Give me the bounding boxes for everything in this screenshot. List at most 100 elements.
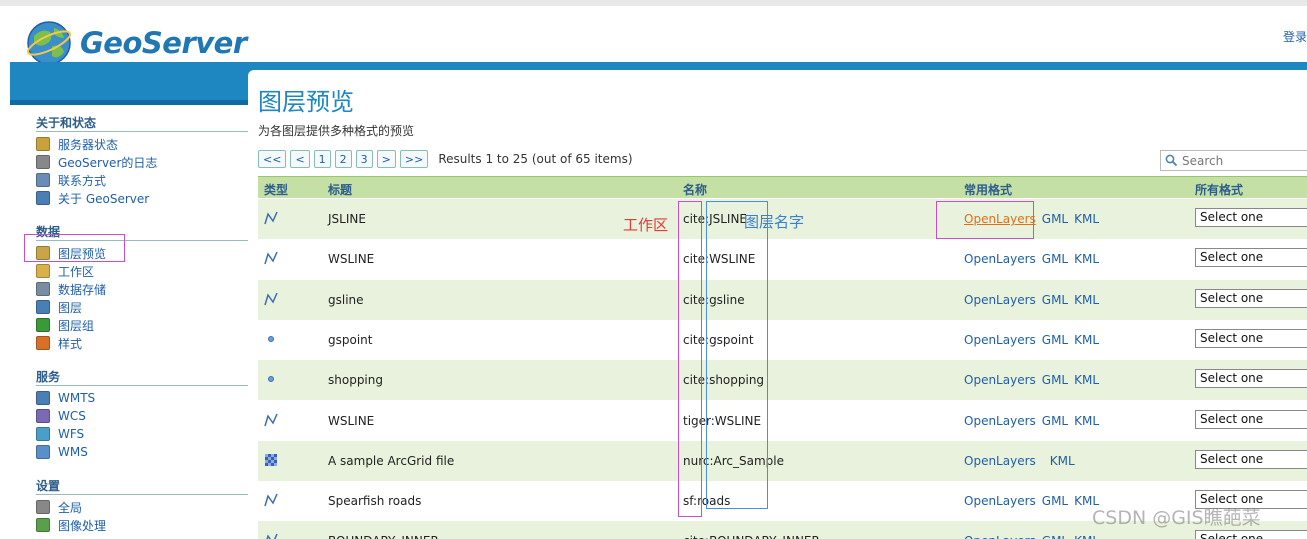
layer-title: gsline	[328, 292, 364, 307]
raster-layer-icon	[265, 453, 277, 466]
page-root: GeoServer 登录 关于和状态服务器状态 GeoServer的日志联系方式关…	[0, 0, 1307, 539]
all-formats-select[interactable]: Select one	[1195, 530, 1307, 539]
pager-prev-button[interactable]: <	[290, 150, 310, 168]
column-header-type[interactable]: 类型	[264, 181, 288, 198]
point-layer-icon	[268, 376, 274, 383]
sidebar-item-label: WCS	[58, 409, 86, 423]
all-formats-select[interactable]: Select one	[1195, 248, 1307, 268]
sidebar-item[interactable]: 样式	[36, 334, 82, 352]
format-link-kml[interactable]: KML	[1074, 534, 1099, 539]
pager-page-2[interactable]: 2	[334, 150, 352, 168]
annotation-box-layer-name	[706, 201, 768, 509]
annotation-box-layer-preview	[24, 234, 125, 262]
format-link-openlayers[interactable]: OpenLayers	[964, 454, 1036, 468]
pager-page-3[interactable]: 3	[355, 150, 373, 168]
all-formats-select[interactable]: Select one	[1195, 369, 1307, 389]
pager-next-button[interactable]: >	[376, 150, 396, 168]
pager-results-info: Results 1 to 25 (out of 65 items)	[438, 152, 633, 166]
format-link-gml[interactable]: GML	[1042, 212, 1068, 226]
format-link-openlayers[interactable]: OpenLayers	[964, 252, 1036, 266]
server-status-icon	[36, 137, 50, 151]
column-header-name[interactable]: 名称	[683, 181, 707, 198]
format-link-openlayers[interactable]: OpenLayers	[964, 373, 1036, 387]
format-link-openlayers[interactable]: OpenLayers	[964, 414, 1036, 428]
all-formats-select[interactable]: Select one	[1195, 328, 1307, 348]
format-link-kml[interactable]: KML	[1074, 333, 1099, 347]
sidebar-item-label: 联系方式	[58, 173, 107, 188]
sidebar-item[interactable]: WCS	[36, 407, 86, 425]
sidebar-item-label: 图像处理	[58, 518, 107, 533]
pager-first-button[interactable]: <<	[258, 150, 287, 168]
sidebar-item-label: 图层组	[58, 318, 95, 333]
common-formats: OpenLayers GML KML	[964, 373, 1105, 387]
format-link-kml[interactable]: KML	[1074, 252, 1099, 266]
format-link-openlayers[interactable]: OpenLayers	[964, 333, 1036, 347]
sidebar-item[interactable]: 服务器状态	[36, 135, 118, 153]
sidebar-item[interactable]: WMS	[36, 443, 88, 461]
sidebar-item[interactable]: WFS	[36, 425, 84, 443]
pager-last-button[interactable]: >>	[399, 150, 429, 168]
format-link-kml[interactable]: KML	[1074, 373, 1099, 387]
sidebar-item[interactable]: 联系方式	[36, 171, 106, 189]
sidebar-item[interactable]: 工作区	[36, 262, 94, 280]
folder-icon	[36, 264, 50, 278]
sidebar-item[interactable]: 图层	[36, 298, 82, 316]
annotation-box-workspace	[678, 201, 702, 517]
all-formats-select[interactable]: Select one	[1195, 208, 1307, 227]
format-link-kml[interactable]: KML	[1074, 212, 1099, 226]
table-row: A sample ArcGrid file nurc:Arc_Sample Open…	[258, 440, 1307, 481]
search-input[interactable]: Search	[1160, 150, 1307, 171]
sidebar-section-title: 关于和状态	[36, 116, 97, 130]
sidebar-item-label: 数据存储	[58, 282, 107, 297]
format-link-gml[interactable]: GML	[1042, 414, 1068, 428]
format-link-gml[interactable]: GML	[1042, 373, 1068, 387]
format-link-gml[interactable]: GML	[1042, 333, 1068, 347]
sidebar-section-title: 设置	[36, 479, 61, 493]
format-link-kml[interactable]: KML	[1050, 454, 1075, 468]
datastore-icon	[36, 282, 50, 296]
login-link[interactable]: 登录	[1283, 28, 1307, 45]
geoserver-globe-icon	[26, 21, 72, 65]
format-link-gml[interactable]: GML	[1042, 252, 1068, 266]
sidebar-item[interactable]: 数据存储	[36, 280, 106, 298]
sidebar-item-label: 关于 GeoServer	[58, 191, 150, 206]
line-layer-icon	[264, 211, 278, 225]
table-row: gsline cite:gsline OpenLayers GML KML Select …	[258, 279, 1307, 320]
sidebar-item-label: WMS	[58, 445, 88, 459]
layer-title: JSLINE	[328, 212, 366, 226]
all-formats-select[interactable]: Select one	[1195, 449, 1307, 469]
style-icon	[36, 336, 50, 350]
all-formats-select[interactable]: Select one	[1195, 409, 1307, 429]
column-header-title[interactable]: 标题	[328, 181, 352, 198]
format-link-kml[interactable]: KML	[1074, 293, 1099, 307]
line-layer-icon	[264, 493, 278, 507]
pager-page-1[interactable]: 1	[313, 150, 331, 168]
sidebar-item[interactable]: GeoServer的日志	[36, 153, 157, 171]
format-link-openlayers[interactable]: OpenLayers	[964, 494, 1036, 508]
sidebar-item[interactable]: WMTS	[36, 389, 95, 407]
sidebar-item[interactable]: 图层组	[36, 316, 94, 334]
format-link-openlayers[interactable]: OpenLayers	[964, 293, 1036, 307]
format-link-gml[interactable]: GML	[1042, 494, 1068, 508]
app-logo-text: GeoServer	[80, 26, 247, 60]
table-row: gspoint cite:gspoint OpenLayers GML KML Selec…	[258, 319, 1307, 360]
sidebar-item[interactable]: 全局	[36, 498, 82, 516]
format-link-openlayers[interactable]: OpenLayers	[964, 534, 1036, 539]
format-link-kml[interactable]: KML	[1074, 414, 1099, 428]
wcs-icon	[36, 409, 50, 423]
sidebar-item[interactable]: 图像处理	[36, 516, 106, 534]
line-layer-icon	[266, 534, 278, 539]
all-formats-select[interactable]: Select one	[1195, 288, 1307, 308]
format-link-gml[interactable]: GML	[1042, 534, 1068, 539]
wms-icon	[36, 445, 50, 459]
search-placeholder: Search	[1182, 153, 1224, 168]
image-processing-icon	[36, 518, 50, 532]
sidebar-item[interactable]: 关于 GeoServer	[36, 189, 149, 207]
layer-title: shopping	[328, 373, 383, 388]
sidebar-item-label: WFS	[58, 427, 85, 441]
layer-title: WSLINE	[328, 252, 375, 267]
wmts-icon	[36, 391, 50, 405]
sidebar-section-title: 服务	[36, 370, 61, 384]
page-subtitle: 为各图层提供多种格式的预览	[258, 124, 415, 138]
format-link-gml[interactable]: GML	[1042, 293, 1068, 307]
